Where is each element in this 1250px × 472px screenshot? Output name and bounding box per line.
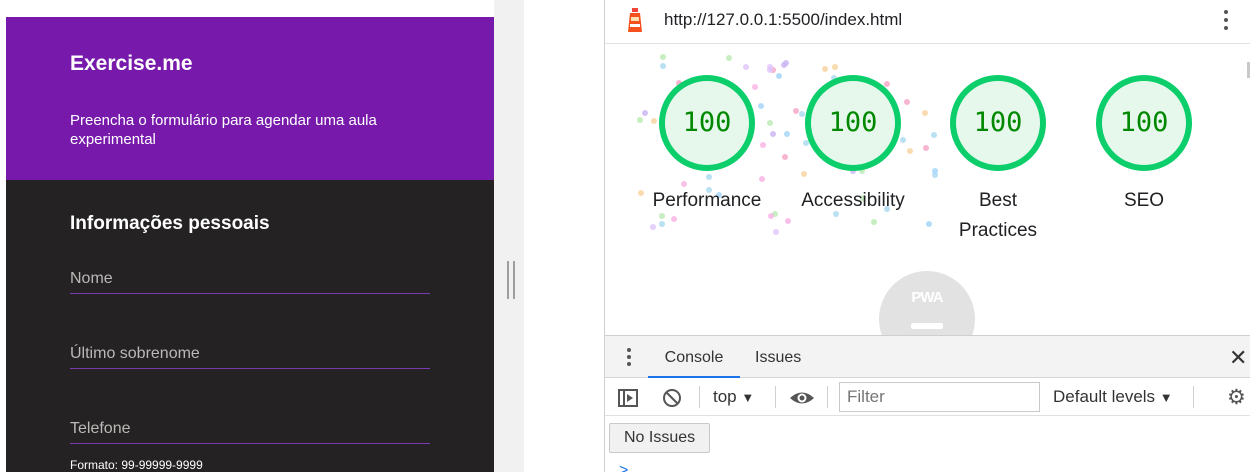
best-practices-gauge[interactable]: 100 xyxy=(950,75,1046,171)
eye-icon[interactable] xyxy=(789,387,815,409)
confetti-dot xyxy=(799,111,806,118)
confetti-dot xyxy=(925,221,932,228)
lighthouse-icon xyxy=(628,8,642,32)
confetti-dot xyxy=(637,116,644,123)
performance-score: 100 xyxy=(682,107,732,138)
gear-icon[interactable]: ⚙ xyxy=(1227,387,1246,409)
sidebar-toggle-icon[interactable] xyxy=(617,387,639,409)
phone-field-placeholder: Telefone xyxy=(70,420,131,437)
pwa-badge[interactable]: PWA xyxy=(879,271,975,335)
confetti-dot xyxy=(658,221,665,228)
confetti-dot xyxy=(659,62,666,69)
confetti-dot xyxy=(650,223,657,230)
confetti-dot xyxy=(759,142,766,149)
devtools-panel: http://127.0.0.1:5500/index.html 100 Per… xyxy=(604,0,1250,472)
lighthouse-report: 100 Performance 100 Accessibility 100 Be… xyxy=(605,45,1250,335)
app-header: Exercise.me Preencha o formulário para a… xyxy=(6,17,494,180)
report-url[interactable]: http://127.0.0.1:5500/index.html xyxy=(664,10,902,30)
confetti-dot xyxy=(784,217,791,224)
best-practices-score: 100 xyxy=(973,107,1023,138)
accessibility-score: 100 xyxy=(828,107,878,138)
seo-label: SEO xyxy=(1123,190,1165,211)
confetti-dot xyxy=(906,147,913,154)
screen: Exercise.me Preencha o formulário para a… xyxy=(0,0,1250,472)
resize-handle[interactable] xyxy=(507,261,515,299)
device-frame-gutter xyxy=(494,0,524,472)
log-levels-dropdown[interactable]: Default levels ▼ xyxy=(1053,387,1173,407)
drawer-menu-icon[interactable] xyxy=(625,348,633,368)
confetti-dot xyxy=(903,98,910,105)
confetti-dot xyxy=(871,219,878,226)
no-issues-button[interactable]: No Issues xyxy=(609,423,711,453)
empty-gap xyxy=(524,0,604,472)
lastname-field-placeholder: Último sobrenome xyxy=(70,345,200,362)
pwa-label: PWA xyxy=(911,289,943,306)
tab-console[interactable]: Console xyxy=(648,336,740,378)
console-drawer: Console Issues ✕ top ▼ Filter Default le… xyxy=(605,335,1250,472)
app-subtitle: Preencha o formulário para agendar uma a… xyxy=(70,112,377,148)
chevron-down-icon: ▼ xyxy=(1159,390,1173,405)
confetti-dot xyxy=(930,132,937,139)
confetti-dot xyxy=(758,175,765,182)
confetti-dot xyxy=(650,118,657,125)
toolbar-separator xyxy=(775,386,776,408)
confetti-dot xyxy=(767,63,774,70)
close-drawer-icon[interactable]: ✕ xyxy=(1229,345,1247,371)
phone-format-hint: Formato: 99-99999-9999 xyxy=(70,458,203,472)
confetti-dot xyxy=(822,65,829,72)
lighthouse-url-bar: http://127.0.0.1:5500/index.html xyxy=(605,0,1250,44)
seo-gauge[interactable]: 100 xyxy=(1096,75,1192,171)
section-title: Informações pessoais xyxy=(70,213,270,234)
confetti-dot xyxy=(671,216,678,223)
confetti-dot xyxy=(801,170,808,177)
confetti-dot xyxy=(783,131,790,138)
app-title: Exercise.me xyxy=(70,52,193,75)
performance-gauge[interactable]: 100 xyxy=(659,75,755,171)
confetti-dot xyxy=(781,61,788,68)
confetti-dot xyxy=(782,153,789,160)
name-field[interactable]: Nome xyxy=(70,270,430,294)
console-prompt[interactable]: > xyxy=(619,462,628,472)
levels-value: Default levels xyxy=(1053,387,1156,406)
context-selector[interactable]: top ▼ xyxy=(713,387,754,407)
app-preview: Exercise.me Preencha o formulário para a… xyxy=(6,17,494,472)
filter-input[interactable] xyxy=(839,382,1040,412)
toolbar-separator xyxy=(827,386,828,408)
chevron-down-icon: ▼ xyxy=(741,390,755,405)
accessibility-gauge[interactable]: 100 xyxy=(805,75,901,171)
confetti-dot xyxy=(705,174,712,181)
confetti-dot xyxy=(758,102,765,109)
confetti-dot xyxy=(770,131,777,138)
tab-issues[interactable]: Issues xyxy=(755,336,801,378)
pwa-bar-icon xyxy=(911,323,943,329)
performance-label: Performance xyxy=(652,190,762,211)
clear-console-icon[interactable] xyxy=(661,387,683,409)
confetti-dot xyxy=(932,171,939,178)
confetti-dot xyxy=(642,109,649,116)
seo-score: 100 xyxy=(1119,107,1169,138)
context-value: top xyxy=(713,387,737,406)
drawer-tabbar: Console Issues ✕ xyxy=(605,336,1250,378)
confetti-dot xyxy=(659,53,666,60)
phone-field[interactable]: Telefone xyxy=(70,420,430,444)
console-toolbar: top ▼ Default levels ▼ ⚙ xyxy=(605,378,1250,416)
confetti-dot xyxy=(900,137,907,144)
confetti-dot xyxy=(775,73,782,80)
confetti-dot xyxy=(726,55,733,62)
toolbar-separator xyxy=(699,386,700,408)
toolbar-separator xyxy=(1193,386,1194,408)
confetti-dot xyxy=(832,64,839,71)
confetti-dot xyxy=(921,110,928,117)
confetti-dot xyxy=(751,84,758,91)
confetti-dot xyxy=(922,145,929,152)
best-practices-label: Best Practices xyxy=(958,190,1038,241)
more-options-icon[interactable] xyxy=(1219,8,1233,34)
confetti-dot xyxy=(772,228,779,235)
confetti-dot xyxy=(742,64,749,71)
confetti-dot xyxy=(766,119,773,126)
lastname-field[interactable]: Último sobrenome xyxy=(70,345,430,369)
accessibility-label: Accessibility xyxy=(801,190,905,211)
name-field-placeholder: Nome xyxy=(70,270,113,287)
